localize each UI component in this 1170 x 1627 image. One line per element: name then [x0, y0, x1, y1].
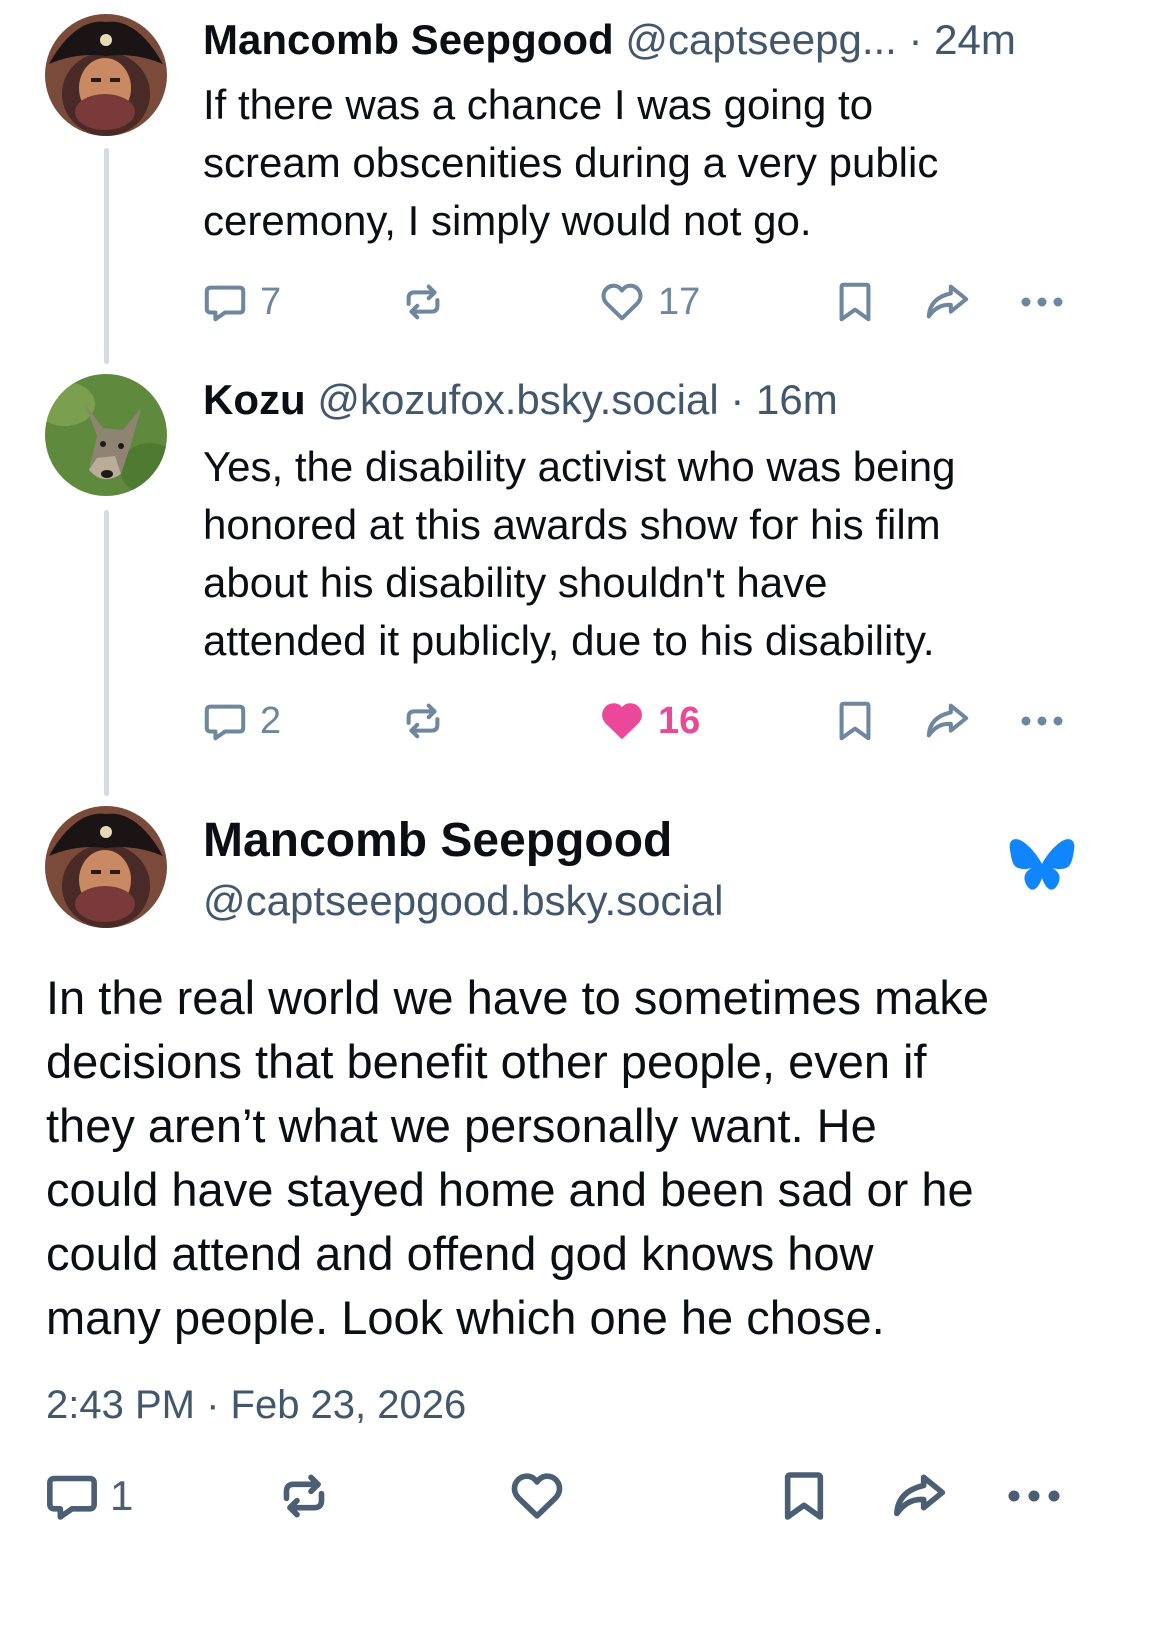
- post-text-line: they aren’t what we personally want. He: [46, 1099, 877, 1152]
- more-options-button[interactable]: [1004, 1468, 1064, 1524]
- post-text-line: about his disability shouldn't have: [203, 559, 828, 606]
- reply-count: 2: [260, 699, 282, 742]
- heart-filled-icon: [598, 698, 646, 744]
- thread-line: [104, 510, 109, 796]
- coyote-avatar-icon: [45, 374, 167, 496]
- post-text-line: could attend and offend god knows how: [46, 1227, 874, 1280]
- post-text: If there was a chance I was going to scr…: [203, 76, 938, 250]
- reply-icon: [44, 1468, 100, 1524]
- bluesky-butterfly-icon: [1009, 839, 1075, 890]
- pirate-avatar-icon: [45, 14, 167, 136]
- post-time[interactable]: · 16m: [730, 376, 837, 423]
- post-text-line: If there was a chance I was going to: [203, 81, 874, 128]
- share-icon: [888, 1468, 950, 1524]
- post-time[interactable]: · 24m: [909, 16, 1016, 63]
- author-name[interactable]: Mancomb Seepgood: [203, 16, 614, 63]
- reply-button[interactable]: 7: [202, 279, 281, 325]
- bookmark-button[interactable]: [832, 698, 878, 744]
- more-icon: [1021, 297, 1063, 307]
- bookmark-button[interactable]: [832, 279, 878, 325]
- reply-count: 1: [110, 1472, 134, 1519]
- reply-button[interactable]: 2: [202, 698, 281, 744]
- reply-icon: [202, 279, 248, 325]
- share-icon: [922, 279, 972, 325]
- more-icon: [1008, 1490, 1060, 1502]
- share-button[interactable]: [922, 279, 972, 325]
- like-count: 17: [658, 280, 701, 323]
- like-button[interactable]: 17: [598, 279, 700, 325]
- more-icon: [1021, 716, 1063, 726]
- post-timestamp: 2:43 PM · Feb 23, 2026: [46, 1383, 467, 1427]
- post-text-line: Yes, the disability activist who was bei…: [203, 443, 956, 490]
- bookmark-icon: [776, 1468, 832, 1524]
- heart-icon: [508, 1468, 566, 1524]
- share-button[interactable]: [888, 1468, 950, 1524]
- thread-line: [104, 148, 109, 364]
- avatar[interactable]: [45, 14, 167, 136]
- post-text-line: honored at this awards show for his film: [203, 501, 941, 548]
- post-text-line: could have stayed home and been sad or h…: [46, 1163, 974, 1216]
- post-text-line: many people. Look which one he chose.: [46, 1291, 885, 1344]
- reply-icon: [202, 698, 248, 744]
- avatar[interactable]: [45, 374, 167, 496]
- post-text-line: attended it publicly, due to his disabil…: [203, 617, 935, 664]
- like-button[interactable]: 16: [598, 698, 700, 744]
- author-name[interactable]: Kozu: [203, 376, 306, 423]
- post-text-line: decisions that benefit other people, eve…: [46, 1035, 927, 1088]
- author-handle[interactable]: @captseepgood.bsky.social: [203, 874, 724, 928]
- post-text-line: In the real world we have to sometimes m…: [46, 971, 990, 1024]
- repost-button[interactable]: [400, 698, 446, 744]
- post-text-line: ceremony, I simply would not go.: [203, 197, 812, 244]
- repost-button[interactable]: [400, 279, 446, 325]
- heart-icon: [598, 279, 646, 325]
- more-options-button[interactable]: [1018, 698, 1066, 744]
- avatar[interactable]: [45, 806, 167, 928]
- more-options-button[interactable]: [1018, 279, 1066, 325]
- author-name[interactable]: Mancomb Seepgood: [203, 812, 672, 870]
- reply-count: 7: [260, 280, 282, 323]
- pirate-avatar-icon: [45, 806, 167, 928]
- post-text-line: scream obscenities during a very public: [203, 139, 939, 186]
- post-header: Mancomb Seepgood @captseepg... · 24m: [203, 14, 1016, 66]
- like-count: 16: [658, 699, 701, 742]
- share-icon: [922, 698, 972, 744]
- bookmark-icon: [832, 279, 878, 325]
- reply-button[interactable]: 1: [44, 1468, 133, 1524]
- repost-icon: [400, 698, 446, 744]
- bookmark-button[interactable]: [776, 1468, 832, 1524]
- repost-icon: [400, 279, 446, 325]
- author-handle[interactable]: @kozufox.bsky.social: [317, 376, 718, 423]
- author-handle[interactable]: @captseepg...: [625, 16, 896, 63]
- post-header: Kozu @kozufox.bsky.social · 16m: [203, 374, 838, 426]
- share-button[interactable]: [922, 698, 972, 744]
- like-button[interactable]: [508, 1468, 566, 1524]
- repost-button[interactable]: [276, 1468, 332, 1524]
- post-text: Yes, the disability activist who was bei…: [203, 438, 956, 670]
- repost-icon: [276, 1468, 332, 1524]
- post-text: In the real world we have to sometimes m…: [46, 966, 989, 1350]
- bookmark-icon: [832, 698, 878, 744]
